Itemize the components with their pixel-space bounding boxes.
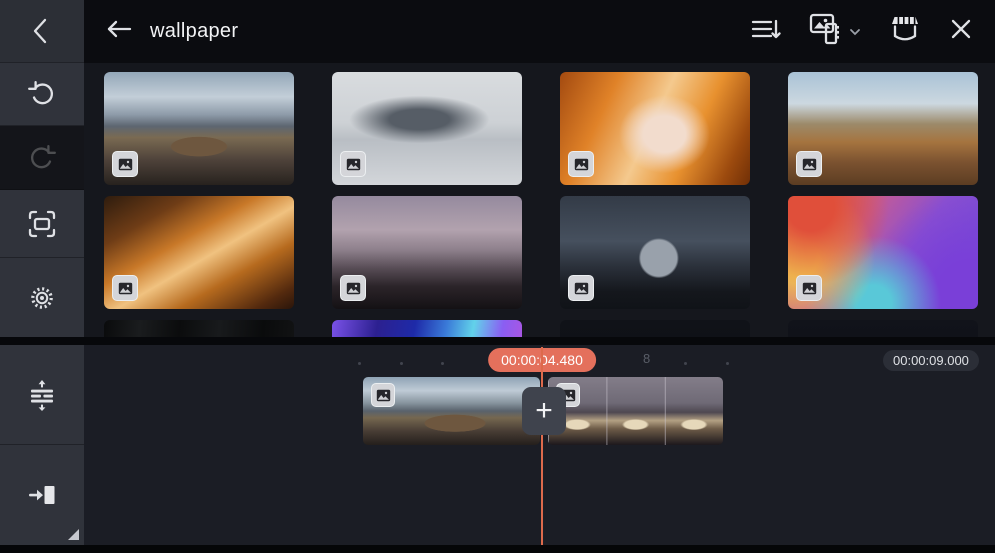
chevron-down-icon — [847, 23, 861, 41]
wallpaper-thumbnail-10[interactable] — [332, 320, 522, 337]
wallpaper-thumbnail-1[interactable] — [104, 72, 294, 185]
ruler-tick — [441, 362, 444, 365]
close-button[interactable] — [935, 9, 995, 54]
ruler-tick — [358, 362, 361, 365]
media-type-button[interactable] — [795, 4, 875, 59]
ruler-second-label: 8 — [643, 351, 650, 366]
close-icon — [949, 17, 973, 46]
back-button[interactable] — [106, 20, 132, 43]
wallpaper-thumbnail-12[interactable] — [788, 320, 978, 337]
wallpaper-thumbnail-8[interactable] — [788, 196, 978, 309]
bottom-edge-bar — [0, 545, 995, 553]
image-type-badge — [340, 151, 366, 177]
sidebar-undo-button[interactable] — [0, 63, 84, 126]
wallpaper-grid — [84, 63, 995, 337]
total-duration-badge: 00:00:09.000 — [883, 350, 979, 371]
panel-header: wallpaper — [84, 0, 995, 63]
resize-corner-handle[interactable] — [68, 529, 79, 540]
store-icon — [889, 14, 921, 49]
image-type-badge — [340, 275, 366, 301]
timeline-panel: 8 00:00:09.000 + 00:00:04.480 — [84, 345, 995, 545]
wallpaper-thumbnail-3[interactable] — [560, 72, 750, 185]
wallpaper-thumbnail-11[interactable] — [560, 320, 750, 337]
wallpaper-thumbnail-7[interactable] — [560, 196, 750, 309]
video-editor-window: wallpaper — [0, 0, 995, 553]
insert-clip-icon — [26, 479, 58, 511]
image-type-badge — [568, 275, 594, 301]
wallpaper-thumbnail-9[interactable] — [104, 320, 294, 337]
sidebar-insert-media-button[interactable] — [0, 445, 84, 545]
gear-icon — [27, 283, 57, 313]
sidebar-settings-button[interactable] — [0, 258, 84, 337]
timeline-clip-lake[interactable] — [363, 377, 540, 445]
add-transition-button[interactable]: + — [522, 387, 566, 435]
ruler-tick — [400, 362, 403, 365]
sort-icon — [751, 16, 781, 47]
back-arrow-icon — [106, 20, 132, 43]
undo-icon — [27, 79, 57, 109]
sidebar-fit-screen-button[interactable] — [0, 190, 84, 258]
page-title: wallpaper — [150, 20, 238, 43]
timeline-clip-cars[interactable] — [548, 377, 723, 445]
tracks-expand-icon — [26, 379, 58, 411]
fullscreen-frame-icon — [26, 208, 58, 240]
image-type-badge — [371, 383, 395, 407]
playhead-line[interactable] — [541, 347, 543, 545]
image-type-badge — [112, 275, 138, 301]
image-type-badge — [112, 151, 138, 177]
sidebar-collapse-button[interactable] — [0, 0, 84, 63]
image-type-badge — [796, 151, 822, 177]
wallpaper-thumbnail-6[interactable] — [332, 196, 522, 309]
ruler-tick — [684, 362, 687, 365]
wallpaper-thumbnail-5[interactable] — [104, 196, 294, 309]
image-type-badge — [568, 151, 594, 177]
sidebar-expand-tracks-button[interactable] — [0, 345, 84, 445]
ruler-tick — [726, 362, 729, 365]
store-button[interactable] — [875, 6, 935, 57]
sort-button[interactable] — [737, 8, 795, 55]
wallpaper-thumbnail-4[interactable] — [788, 72, 978, 185]
image-type-badge — [796, 275, 822, 301]
wallpaper-thumbnail-2[interactable] — [332, 72, 522, 185]
redo-icon — [27, 143, 57, 173]
media-type-icon — [809, 12, 847, 51]
sidebar-redo-button[interactable] — [0, 126, 84, 190]
chevron-left-icon — [27, 16, 57, 46]
